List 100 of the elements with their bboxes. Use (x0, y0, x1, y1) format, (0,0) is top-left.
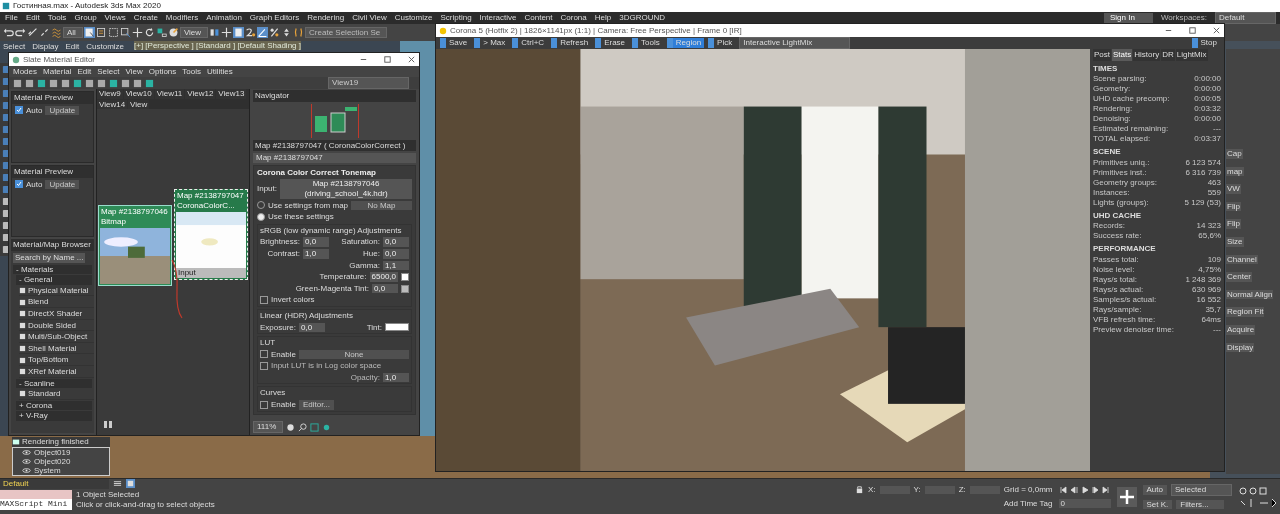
checkbox[interactable] (15, 180, 23, 189)
panel-tab[interactable]: Stats (1112, 49, 1133, 61)
name-field[interactable]: Map #2138797047 (253, 153, 416, 163)
view-dropdown[interactable]: View19 (328, 77, 409, 89)
command-tab[interactable]: Customize (86, 42, 125, 52)
menu-item[interactable]: Customize (394, 13, 433, 23)
update-button[interactable]: Update (45, 179, 80, 190)
menu-item[interactable]: Civil View (352, 13, 387, 23)
named-selection-icon[interactable] (293, 27, 305, 38)
color-swatch[interactable] (385, 323, 409, 332)
menu-item[interactable]: Select (97, 66, 120, 77)
menu-item[interactable]: Modifiers (165, 13, 199, 23)
number-field[interactable]: 0,0 (383, 248, 409, 259)
number-field[interactable]: 1,0 (383, 372, 409, 383)
panel-button[interactable]: Flip (1226, 201, 1241, 212)
category-header[interactable]: - Scanline (16, 378, 92, 389)
unlink-icon[interactable] (39, 27, 50, 38)
toggle-icon[interactable] (126, 479, 135, 489)
category-header[interactable]: + Corona (16, 400, 92, 411)
crossing-icon[interactable] (119, 27, 131, 38)
category-header[interactable]: - Materials (13, 264, 92, 275)
number-field[interactable]: 0,0 (299, 322, 326, 333)
playback-controls-icon[interactable] (1058, 484, 1109, 495)
scene-object-item[interactable]: System (14, 466, 108, 475)
menu-item[interactable]: Rendering (307, 13, 345, 23)
menu-item[interactable]: Utilities (206, 66, 233, 77)
workspace-dropdown[interactable]: Default (1215, 12, 1276, 24)
layer-dropdown[interactable]: Default (0, 479, 109, 489)
menu-item[interactable]: Edit (77, 66, 92, 77)
lock-icon[interactable] (855, 485, 865, 495)
color-swatch[interactable] (401, 272, 409, 281)
filters-button[interactable]: Filters... (1176, 499, 1225, 510)
auto-key-button[interactable]: Auto (1142, 484, 1167, 495)
view-tab[interactable]: View14 (97, 99, 128, 110)
angle-snap-icon[interactable] (257, 27, 269, 38)
panel-button[interactable]: map (1226, 166, 1244, 177)
number-field[interactable]: 0,0 (383, 237, 409, 247)
panel-button[interactable]: Display (1226, 342, 1255, 353)
select-icon[interactable] (83, 27, 95, 38)
panel-tab[interactable]: Post (1093, 49, 1111, 61)
number-field[interactable]: 1,0 (303, 248, 330, 259)
menu-item[interactable]: Tools (47, 13, 67, 23)
command-tab[interactable]: Display (32, 42, 59, 52)
panel-tab[interactable]: History (1133, 49, 1161, 61)
view-tab[interactable]: View (128, 99, 150, 110)
browser-entry[interactable]: Double Sided (19, 320, 94, 332)
input-map-button[interactable]: Map #2138797046 (driving_school_4k.hdr) (280, 179, 412, 199)
viewport-label[interactable]: [+] [Perspective ] [Standard ] [Default Shading ] (134, 41, 301, 50)
rotate-icon[interactable] (143, 27, 155, 38)
pan-icon[interactable] (286, 422, 296, 432)
checkbox[interactable] (260, 296, 268, 305)
close-icon[interactable] (1212, 26, 1221, 35)
bind-icon[interactable] (51, 27, 62, 38)
menu-item[interactable]: Views (104, 13, 126, 23)
link-icon[interactable] (27, 27, 38, 38)
color-swatch[interactable] (401, 284, 409, 293)
panel-button[interactable]: Channel (1226, 254, 1258, 265)
view-tab[interactable]: View9 (97, 89, 123, 99)
menu-item[interactable]: Edit (25, 13, 40, 23)
menu-item[interactable]: Material (43, 66, 72, 77)
move-icon[interactable] (221, 27, 233, 38)
view-tab[interactable]: View13 (216, 89, 247, 99)
command-tab[interactable]: Select (3, 42, 26, 52)
category-header[interactable]: + V-Ray (16, 411, 92, 421)
rollout-title[interactable]: Corona Color Correct Tonemap (257, 167, 412, 178)
menu-item[interactable]: Content (524, 13, 553, 23)
lut-file-button[interactable]: None (298, 349, 409, 360)
browser-entry[interactable]: Blend (19, 297, 94, 308)
add-time-tag-button[interactable]: Add Time Tag (1003, 498, 1053, 509)
search-field[interactable]: Search by Name ... (13, 252, 85, 263)
browser-entry[interactable]: Shell Material (19, 343, 94, 355)
number-field[interactable]: 6500,0 (369, 272, 398, 282)
undo-icon[interactable] (3, 27, 14, 38)
category-header[interactable]: - General (16, 275, 92, 285)
panel-button[interactable]: Region Fit (1226, 307, 1265, 317)
number-field[interactable]: 0,0 (303, 237, 330, 247)
sign-in-button[interactable]: Sign In (1104, 13, 1153, 23)
percent-snap-icon[interactable] (269, 27, 281, 38)
panel-button[interactable]: Acquire (1226, 324, 1256, 335)
panel-button[interactable]: Flip (1226, 219, 1241, 229)
redo-icon[interactable] (15, 27, 26, 38)
menu-item[interactable]: Tools (182, 66, 201, 77)
maximize-icon[interactable] (1188, 26, 1197, 35)
move-icon[interactable] (131, 27, 143, 38)
frame-field[interactable]: 0 (1058, 498, 1111, 509)
menu-item[interactable]: Modes (13, 66, 37, 77)
selection-set-field[interactable]: Create Selection Se (305, 26, 388, 39)
browser-entry[interactable]: DirectX Shader (19, 308, 94, 320)
selection-filter-dropdown[interactable]: All (63, 26, 83, 39)
panel-button[interactable]: VW (1226, 184, 1241, 194)
navigation-icons[interactable] (1238, 484, 1278, 509)
zoom-icon[interactable] (298, 422, 308, 432)
menu-item[interactable]: View (125, 66, 143, 77)
menu-item[interactable]: Create (133, 13, 158, 23)
update-button[interactable]: Update (45, 105, 80, 116)
lightmix-dropdown[interactable]: Interactive LightMix (739, 37, 851, 49)
checkbox[interactable] (260, 400, 268, 409)
browser-entry[interactable]: Multi/Sub-Object (19, 332, 94, 343)
radio-button[interactable] (257, 212, 265, 221)
maximize-icon[interactable] (383, 55, 392, 64)
